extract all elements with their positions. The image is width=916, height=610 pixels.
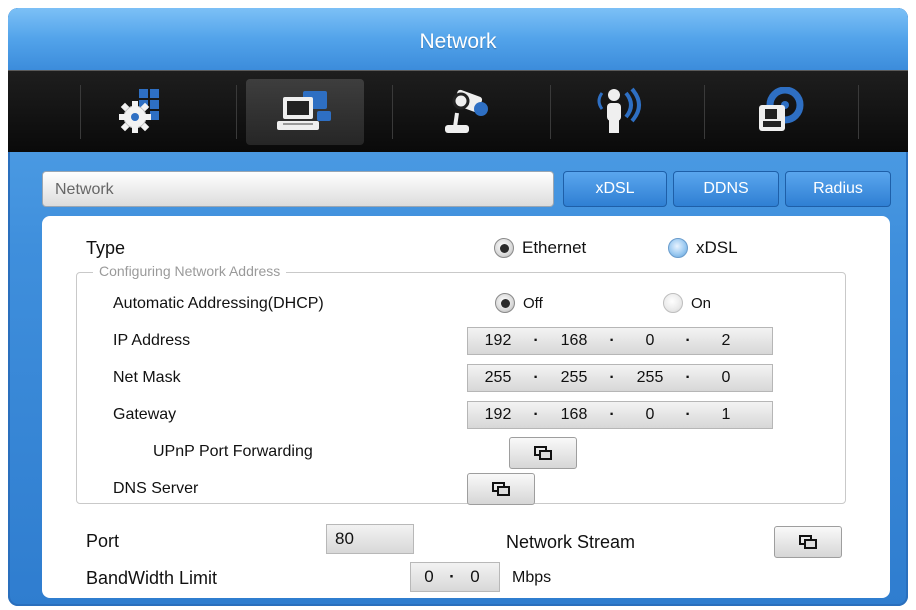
net-mask-label: Net Mask xyxy=(113,369,181,386)
bandwidth-whole[interactable]: 0 xyxy=(411,567,447,587)
upnp-label: UPnP Port Forwarding xyxy=(153,443,313,460)
port-label: Port xyxy=(86,531,120,551)
tab-xdsl[interactable]: xDSL xyxy=(563,171,667,207)
radio-selected-icon xyxy=(495,293,515,313)
upnp-setup-button[interactable] xyxy=(509,437,577,469)
dhcp-on-label: On xyxy=(691,294,712,312)
gateway-octet-1[interactable]: 192 xyxy=(468,406,528,424)
bandwidth-input[interactable]: 0 · 0 xyxy=(410,562,500,592)
radio-selected-icon xyxy=(494,238,514,258)
gateway-octet-2[interactable]: 168 xyxy=(544,406,604,424)
popup-window-icon xyxy=(534,446,552,460)
camera-button[interactable] xyxy=(408,79,526,145)
mask-octet-1[interactable]: 255 xyxy=(468,369,528,387)
port-input[interactable]: 80 xyxy=(326,524,414,554)
storage-disk-icon xyxy=(759,87,804,131)
mask-octet-3[interactable]: 255 xyxy=(620,369,680,387)
ip-octet-4[interactable]: 2 xyxy=(696,332,756,350)
net-mask-input[interactable]: 255 · 255 · 255 · 0 xyxy=(467,364,773,392)
dhcp-on-radio[interactable]: On xyxy=(663,293,711,313)
type-ethernet-radio[interactable]: Ethernet xyxy=(494,238,586,258)
wireless-user-icon xyxy=(597,87,641,133)
bandwidth-fraction[interactable]: 0 xyxy=(457,567,493,587)
mask-octet-4[interactable]: 0 xyxy=(696,369,756,387)
wireless-user-button[interactable] xyxy=(563,79,681,145)
tab-radius[interactable]: Radius xyxy=(785,171,891,207)
ethernet-label: Ethernet xyxy=(522,238,587,257)
network-button[interactable] xyxy=(246,79,364,145)
settings-panel: Type Ethernet xDSL Configuring Network A… xyxy=(42,216,890,598)
window-title: Network xyxy=(419,30,497,53)
xdsl-label: xDSL xyxy=(696,238,738,257)
type-label: Type xyxy=(86,238,126,258)
mask-octet-2[interactable]: 255 xyxy=(544,369,604,387)
network-settings-window: Network Network xDSL DDNS Radius Type Et… xyxy=(8,8,908,606)
gateway-input[interactable]: 192 · 168 · 0 · 1 xyxy=(467,401,773,429)
ip-address-input[interactable]: 192 · 168 · 0 · 2 xyxy=(467,327,773,355)
tab-ddns[interactable]: DDNS xyxy=(673,171,779,207)
title-bar: Network xyxy=(8,8,908,70)
network-address-group: Configuring Network Address Automatic Ad… xyxy=(76,263,846,505)
settings-grid-button[interactable] xyxy=(84,79,202,145)
type-xdsl-radio[interactable]: xDSL xyxy=(668,238,738,258)
popup-window-icon xyxy=(799,535,817,549)
ip-octet-2[interactable]: 168 xyxy=(544,332,604,350)
group-legend: Configuring Network Address xyxy=(93,263,287,279)
radio-unselected-icon xyxy=(663,293,683,313)
category-toolbar xyxy=(8,70,908,152)
dhcp-off-radio[interactable]: Off xyxy=(495,293,543,313)
dhcp-off-label: Off xyxy=(523,294,543,312)
gateway-label: Gateway xyxy=(113,406,177,423)
settings-grid-icon xyxy=(119,89,159,133)
ip-address-label: IP Address xyxy=(113,332,191,349)
radio-unselected-icon xyxy=(668,238,688,258)
bandwidth-limit-label: BandWidth Limit xyxy=(86,568,218,588)
gateway-octet-3[interactable]: 0 xyxy=(620,406,680,424)
gateway-octet-4[interactable]: 1 xyxy=(696,406,756,424)
network-computer-icon xyxy=(277,91,331,130)
storage-button[interactable] xyxy=(720,79,838,145)
network-stream-button[interactable] xyxy=(774,526,842,558)
dhcp-label: Automatic Addressing(DHCP) xyxy=(113,295,324,312)
network-stream-label: Network Stream xyxy=(506,532,636,552)
ip-octet-3[interactable]: 0 xyxy=(620,332,680,350)
dns-server-button[interactable] xyxy=(467,473,535,505)
dns-server-label: DNS Server xyxy=(113,480,199,497)
tab-network-current[interactable]: Network xyxy=(42,171,554,207)
ip-octet-1[interactable]: 192 xyxy=(468,332,528,350)
bandwidth-unit: Mbps xyxy=(512,569,552,586)
camera-icon xyxy=(445,89,488,133)
popup-window-icon xyxy=(492,482,510,496)
